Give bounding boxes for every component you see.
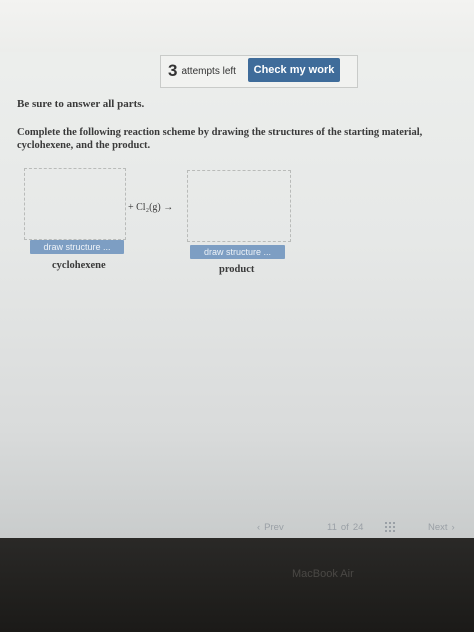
next-button[interactable]: Next › bbox=[428, 520, 455, 534]
question-instruction: Complete the following reaction scheme b… bbox=[17, 127, 423, 151]
starting-material-label: cyclohexene bbox=[52, 260, 106, 271]
page-current: 11 bbox=[327, 521, 337, 533]
answer-all-notice: Be sure to answer all parts. bbox=[17, 98, 145, 110]
starting-material-canvas[interactable] bbox=[24, 168, 126, 240]
check-my-work-button[interactable]: Check my work bbox=[248, 58, 340, 82]
attempts-text: attempts left bbox=[181, 65, 236, 77]
reagent-text: + Cl₂(g) → bbox=[128, 202, 174, 213]
chevron-right-icon: › bbox=[451, 521, 455, 533]
page-separator: of bbox=[340, 521, 349, 533]
laptop-bezel bbox=[0, 538, 474, 632]
attempts-indicator: 3 attempts left bbox=[168, 60, 236, 82]
laptop-brand-text: MacBook Air bbox=[292, 568, 354, 580]
browser-screen: 3 attempts left Check my work Be sure to… bbox=[0, 0, 474, 538]
draw-structure-button-product[interactable]: draw structure ... bbox=[190, 245, 285, 259]
prev-label: Prev bbox=[264, 521, 284, 533]
next-label: Next bbox=[428, 521, 448, 533]
page-total: 24 bbox=[352, 521, 364, 533]
chevron-left-icon: ‹ bbox=[257, 521, 261, 533]
prev-button[interactable]: ‹ Prev bbox=[257, 520, 284, 534]
draw-structure-button-start[interactable]: draw structure ... bbox=[30, 240, 124, 254]
grid-icon[interactable] bbox=[385, 520, 395, 534]
top-bar bbox=[0, 0, 474, 52]
product-label: product bbox=[219, 264, 255, 275]
page-indicator: 11 of 24 bbox=[327, 520, 363, 534]
attempts-count: 3 bbox=[168, 61, 178, 80]
product-canvas[interactable] bbox=[187, 170, 291, 242]
